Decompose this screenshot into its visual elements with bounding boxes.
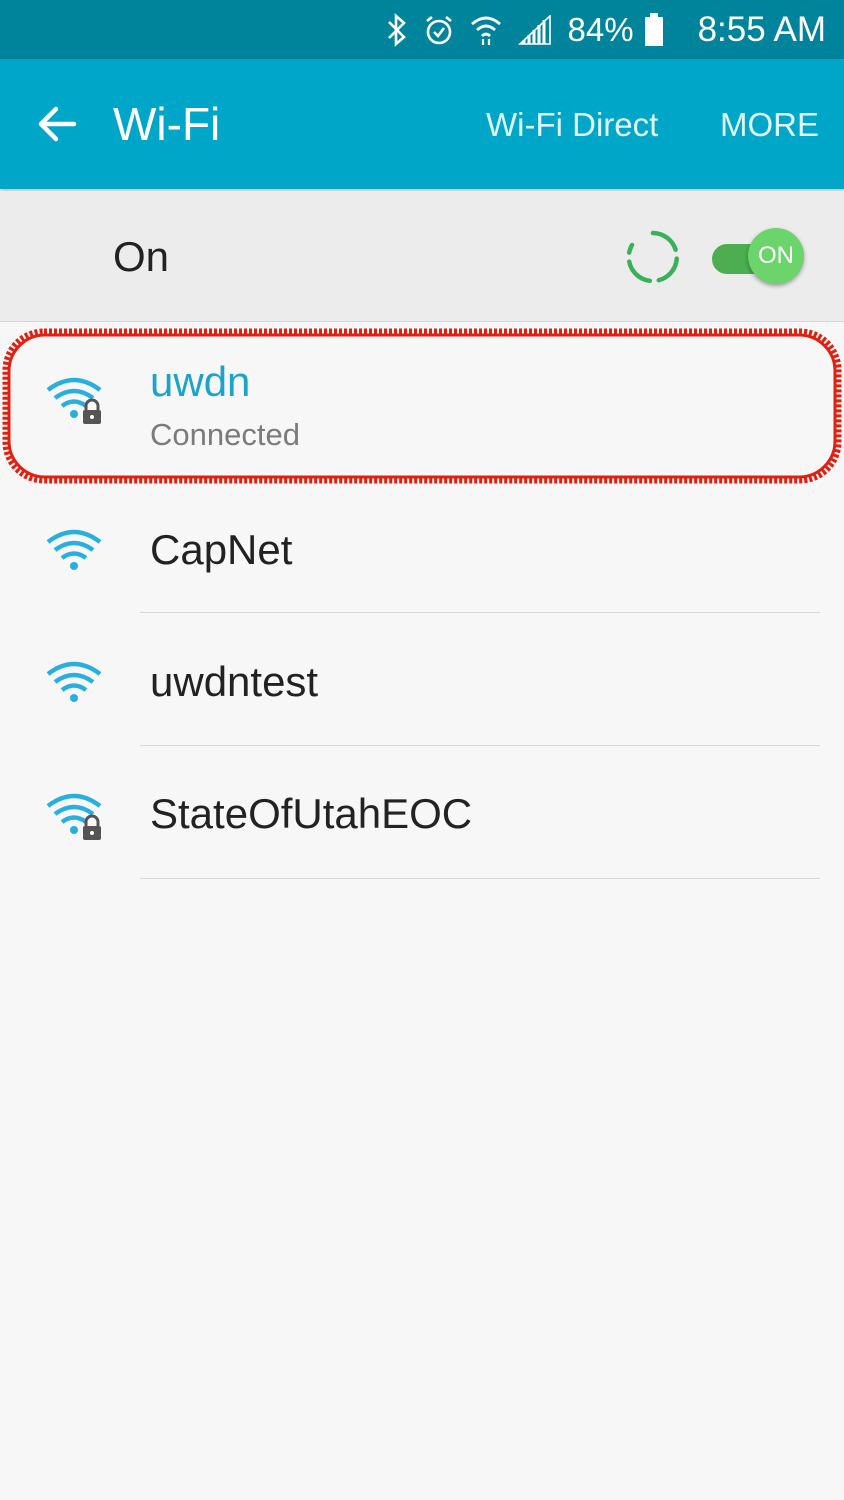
wifi-icon [46,528,106,577]
list-divider [140,878,820,879]
battery-icon [644,12,664,47]
wifi-secured-icon [46,792,106,847]
loading-spinner-icon [624,228,682,286]
highlight-annotation [2,328,842,484]
more-button[interactable]: MORE [720,106,819,144]
network-item-capnet[interactable]: CapNet [0,482,844,614]
clock: 8:55 AM [697,9,826,49]
network-name: CapNet [150,526,293,573]
wifi-toggle[interactable]: ON [712,228,804,288]
network-item-uwdntest[interactable]: uwdntest [0,614,844,746]
app-bar: Wi-Fi Wi-Fi Direct MORE [0,59,844,189]
wifi-master-switch-row[interactable]: On ON [0,191,844,322]
network-item-stateofutaheoc[interactable]: StateOfUtahEOC [0,746,844,880]
back-arrow-icon[interactable] [30,97,84,151]
page-title: Wi-Fi [113,98,221,150]
bluetooth-icon [386,12,408,47]
wifi-icon [46,660,106,709]
network-name: StateOfUtahEOC [150,790,473,837]
status-bar: 84% 8:55 AM [0,0,844,59]
toggle-thumb: ON [748,228,804,284]
wifi-icon [470,14,502,46]
wifi-direct-button[interactable]: Wi-Fi Direct [486,106,658,144]
network-name: uwdntest [150,658,319,705]
wifi-state-label: On [113,233,170,280]
signal-icon [517,14,552,45]
list-divider [140,612,820,613]
alarm-icon [424,14,454,46]
battery-percent: 84% [567,10,634,48]
